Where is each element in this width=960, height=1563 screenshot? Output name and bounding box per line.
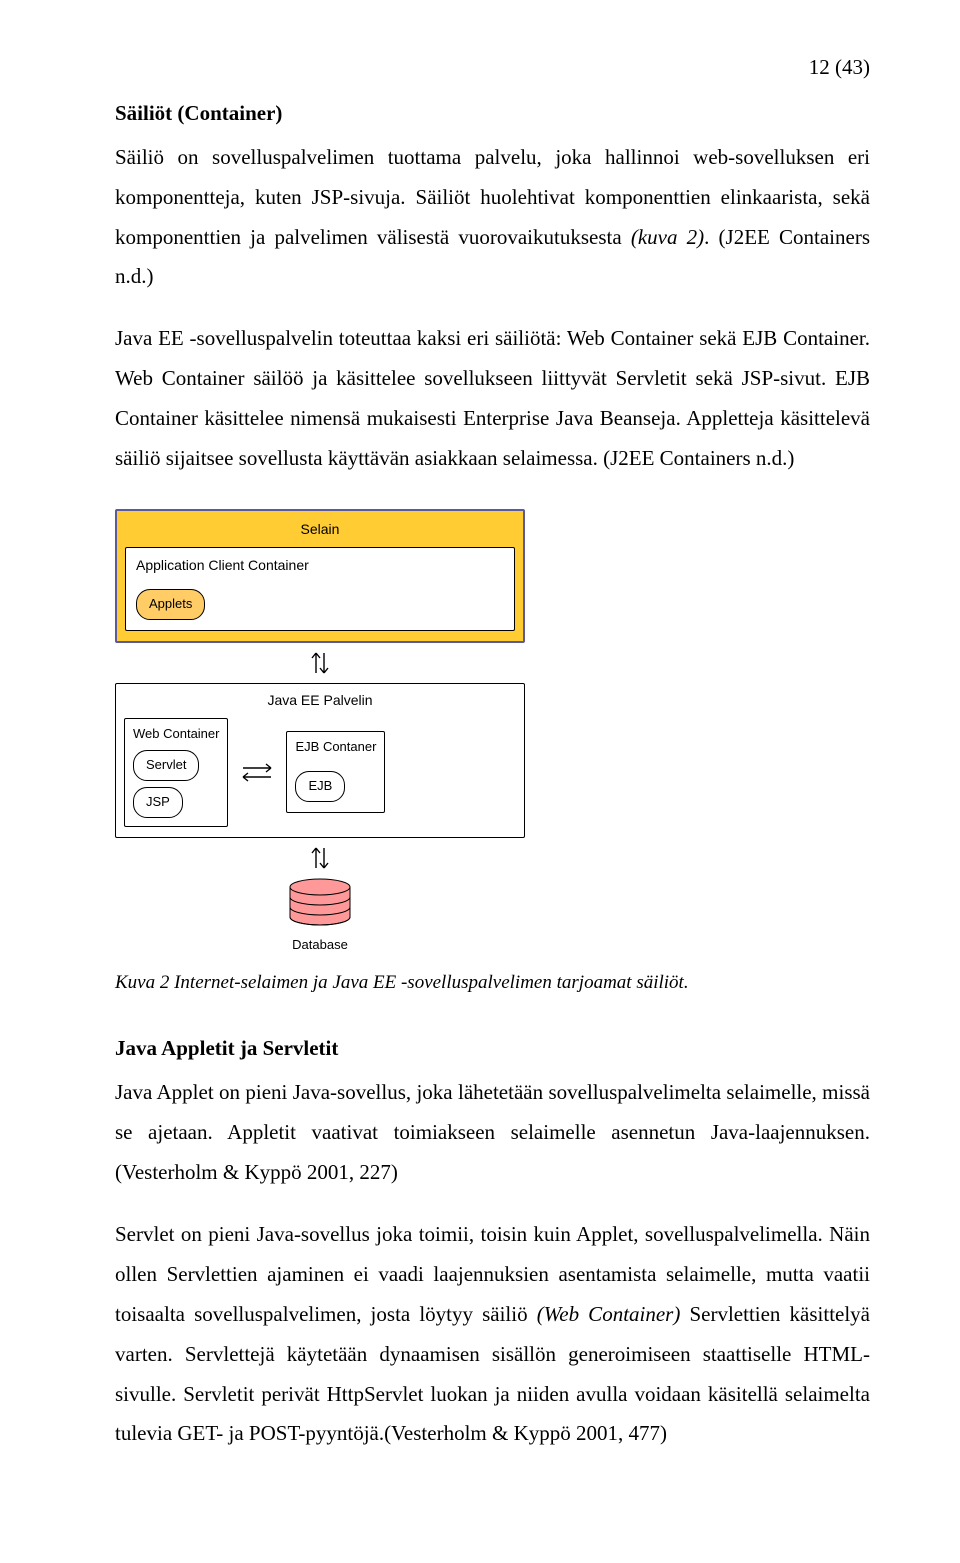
browser-box: Selain Application Client Container Appl… xyxy=(115,509,525,643)
heading-containers: Säiliöt (Container) xyxy=(115,94,870,134)
web-container-box: Web Container Servlet JSP xyxy=(124,718,228,827)
javaee-server-box: Java EE Palvelin Web Container Servlet J… xyxy=(115,683,525,838)
jsp-pill: JSP xyxy=(133,787,183,818)
servlet-pill: Servlet xyxy=(133,750,199,781)
paragraph-1: Säiliö on sovelluspalvelimen tuottama pa… xyxy=(115,138,870,298)
ejb-container-title: EJB Contaner xyxy=(295,735,376,760)
paragraph-3: Java Applet on pieni Java-sovellus, joka… xyxy=(115,1073,870,1193)
database-block: Database xyxy=(115,878,525,958)
architecture-diagram: Selain Application Client Container Appl… xyxy=(115,509,525,957)
database-icon xyxy=(284,878,356,930)
browser-title: Selain xyxy=(125,516,515,543)
figure-caption: Kuva 2 Internet-selaimen ja Java EE -sov… xyxy=(115,965,870,1001)
paragraph-1-ref-italic: (kuva 2) xyxy=(631,225,704,249)
double-arrow-vertical-icon xyxy=(115,645,525,681)
paragraph-4: Servlet on pieni Java-sovellus joka toim… xyxy=(115,1215,870,1454)
database-label: Database xyxy=(292,933,348,958)
double-arrow-horizontal-icon xyxy=(238,761,276,783)
ejb-pill: EJB xyxy=(295,771,345,802)
double-arrow-vertical-icon xyxy=(115,840,525,876)
web-container-title: Web Container xyxy=(133,722,219,747)
heading-applets-servlets: Java Appletit ja Servletit xyxy=(115,1029,870,1069)
app-client-container-box: Application Client Container Applets xyxy=(125,547,515,631)
paragraph-4-ref-italic: (Web Container) xyxy=(537,1302,681,1326)
page-number: 12 (43) xyxy=(115,48,870,88)
app-client-container-title: Application Client Container xyxy=(136,552,504,579)
applets-pill: Applets xyxy=(136,589,205,620)
paragraph-2: Java EE -sovelluspalvelin toteuttaa kaks… xyxy=(115,319,870,479)
ejb-container-box: EJB Contaner EJB xyxy=(286,731,385,813)
javaee-server-title: Java EE Palvelin xyxy=(124,687,516,714)
